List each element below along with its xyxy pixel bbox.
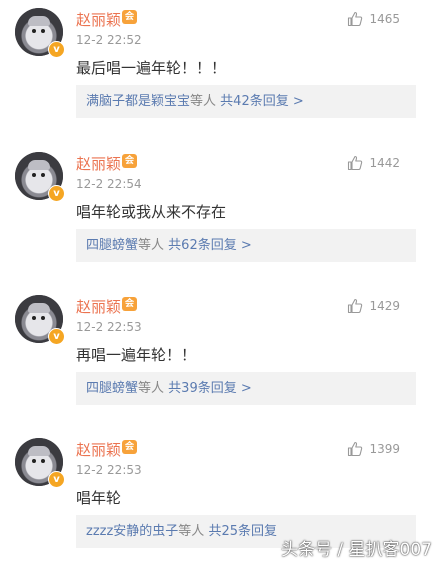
replies-box[interactable]: 四腿螃蟹等人 共39条回复 > [76, 372, 416, 405]
thumbs-up-icon [348, 298, 363, 314]
comment-time: 12-2 22:52 [76, 33, 142, 47]
replies-box[interactable]: 满脑子都是颖宝宝等人 共42条回复 > [76, 85, 416, 118]
like-count: 1429 [369, 299, 400, 313]
like-button[interactable]: 1442 [347, 155, 400, 171]
like-count: 1442 [369, 156, 400, 170]
verified-badge-icon: v [48, 185, 65, 202]
author-name[interactable]: 赵丽颖 [76, 439, 121, 460]
author-name[interactable]: 赵丽颖 [76, 153, 121, 174]
reply-suffix: 等人 [190, 94, 217, 109]
comment-item: v 赵丽颖 会 12-2 22:53 1429 再唱一遍年轮！！ 四腿螃蟹等人 … [0, 287, 440, 428]
watermark: 头条号 / 星扒客007 [281, 540, 432, 560]
like-count: 1465 [369, 12, 400, 26]
member-badge-icon: 会 [122, 297, 137, 311]
reply-suffix: 等人 [138, 238, 165, 253]
reply-suffix: 等人 [138, 381, 165, 396]
comment-text: 唱年轮或我从来不存在 [76, 203, 227, 221]
reply-user-link[interactable]: 四腿螃蟹 [86, 381, 138, 396]
author-name[interactable]: 赵丽颖 [76, 9, 121, 30]
comment-text: 最后唱一遍年轮！！！ [76, 59, 227, 77]
comment-text: 唱年轮 [76, 489, 122, 507]
reply-suffix: 等人 [178, 524, 205, 539]
like-count: 1399 [369, 442, 400, 456]
avatar[interactable]: v [15, 295, 65, 345]
thumbs-up-icon [348, 441, 363, 457]
reply-user-link[interactable]: 四腿螃蟹 [86, 238, 138, 253]
reply-count-link[interactable]: 共25条回复 [208, 524, 277, 539]
comment-item: v 赵丽颖 会 12-2 22:54 1442 唱年轮或我从来不存在 四腿螃蟹等… [0, 144, 440, 285]
like-button[interactable]: 1429 [347, 298, 400, 314]
verified-badge-icon: v [48, 41, 65, 58]
avatar[interactable]: v [15, 8, 65, 58]
reply-user-link[interactable]: 满脑子都是颖宝宝 [86, 94, 190, 109]
reply-count-link[interactable]: 共42条回复 > [220, 94, 304, 109]
member-badge-icon: 会 [122, 10, 137, 24]
like-button[interactable]: 1399 [347, 441, 400, 457]
member-badge-icon: 会 [122, 440, 137, 454]
replies-box[interactable]: 四腿螃蟹等人 共62条回复 > [76, 229, 416, 262]
avatar[interactable]: v [15, 438, 65, 488]
comment-time: 12-2 22:53 [76, 320, 142, 334]
comment-time: 12-2 22:53 [76, 463, 142, 477]
comment-text: 再唱一遍年轮！！ [76, 346, 197, 364]
comment-time: 12-2 22:54 [76, 177, 142, 191]
reply-count-link[interactable]: 共62条回复 > [168, 238, 252, 253]
author-name[interactable]: 赵丽颖 [76, 296, 121, 317]
comment-item: v 赵丽颖 会 12-2 22:52 1465 最后唱一遍年轮！！！ 满脑子都是… [0, 0, 440, 141]
avatar[interactable]: v [15, 152, 65, 202]
thumbs-up-icon [348, 11, 363, 27]
reply-count-link[interactable]: 共39条回复 > [168, 381, 252, 396]
member-badge-icon: 会 [122, 154, 137, 168]
verified-badge-icon: v [48, 471, 65, 488]
like-button[interactable]: 1465 [347, 11, 400, 27]
thumbs-up-icon [348, 155, 363, 171]
verified-badge-icon: v [48, 328, 65, 345]
reply-user-link[interactable]: zzzz安静的虫子 [86, 524, 178, 539]
